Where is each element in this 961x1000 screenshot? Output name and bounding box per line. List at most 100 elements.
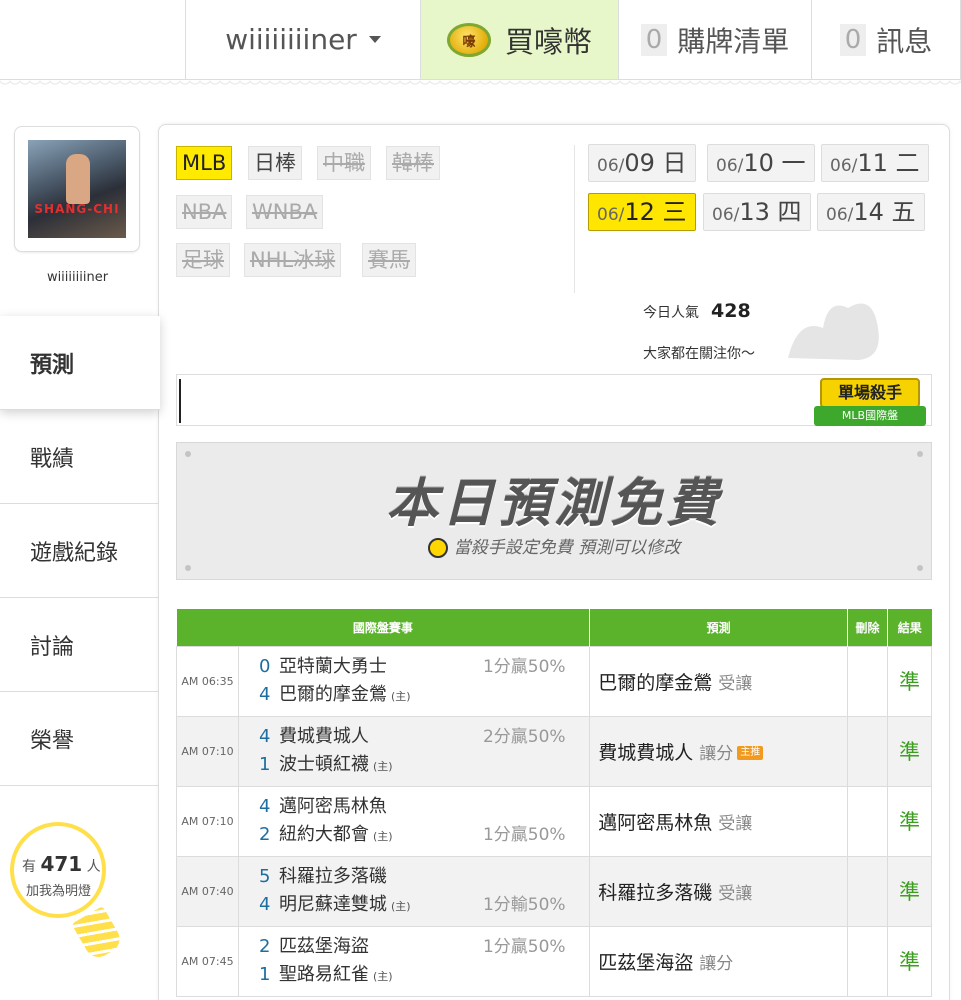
home-score: 2 [258, 824, 271, 845]
odds-value: 1分贏50% [482, 937, 566, 957]
away-team-row: 0 亞特蘭大勇士 1分贏50% [239, 653, 589, 681]
league-tag-mlb[interactable]: MLB [176, 146, 233, 180]
sidebar-item-predict[interactable]: 預測 [0, 316, 160, 410]
odds-value: 1分贏50% [482, 825, 566, 845]
date-button-0610[interactable]: 06/10 一 [707, 144, 815, 182]
prediction-type: 受讓 [718, 813, 753, 834]
top-bar: wiiiiiiiiner 嚎 買嚎幣 0 購牌清單 0 訊息 [0, 0, 961, 80]
cart-button[interactable]: 0 購牌清單 [618, 0, 811, 79]
date-day: 11 [857, 149, 888, 177]
game-matchup: 4 邁阿密馬林魚 2 紐約大都會 (主) 1分贏50% [237, 785, 591, 857]
sidebar-item-discussion[interactable]: 討論 [0, 598, 158, 692]
sidebar-item-game-log[interactable]: 遊戲紀錄 [0, 504, 158, 598]
predicted-team: 科羅拉多落磯 [598, 881, 713, 904]
date-weekday: 一 [781, 149, 806, 177]
date-month: 06/ [826, 205, 854, 225]
predicted-team: 邁阿密馬林魚 [598, 811, 713, 834]
result-cell: 準 [887, 715, 932, 787]
home-team-row: 4 明尼蘇達雙城 (主) 1分輸50% [239, 891, 589, 919]
home-team: 紐約大都會 [278, 824, 369, 845]
avatar-image: SHANG-CHI [28, 140, 126, 238]
date-day: 10 [743, 149, 774, 177]
home-team: 明尼蘇達雙城 [278, 894, 387, 915]
follow-bulb[interactable]: 有 471 人 加我為明燈 [10, 822, 125, 963]
rivet-icon [185, 565, 191, 571]
follower-count: 471 [40, 852, 83, 876]
lightbulb-base-icon [71, 905, 125, 963]
prediction-type: 讓分 [699, 953, 734, 974]
league-tag-horse[interactable]: 賽馬 [362, 243, 416, 277]
avatar-figure [66, 154, 90, 204]
home-marker: (主) [390, 690, 411, 703]
odds-value: 2分贏50% [482, 727, 566, 747]
messages-button[interactable]: 0 訊息 [811, 0, 961, 79]
date-button-0613[interactable]: 06/13 四 [703, 193, 811, 231]
home-marker: (主) [372, 830, 393, 843]
date-weekday: 三 [662, 198, 687, 226]
sidebar-item-record[interactable]: 戰績 [0, 410, 158, 504]
date-button-0609[interactable]: 06/09 日 [588, 144, 696, 182]
sidebar-item-honor[interactable]: 榮譽 [0, 692, 158, 786]
filter-divider [574, 145, 575, 293]
away-team: 匹茲堡海盜 [278, 936, 369, 957]
away-team-row: 4 費城費城人 2分贏50% [239, 723, 589, 751]
home-score: 4 [258, 894, 271, 915]
game-time: AM 07:45 [176, 925, 239, 997]
rivet-icon [185, 451, 191, 457]
sidebar-nav: 預測 戰績 遊戲紀錄 討論 榮譽 [0, 316, 160, 786]
buy-coin-label: 買嚎幣 [504, 24, 592, 59]
odds-value: 1分贏50% [482, 657, 566, 677]
popularity-value: 428 [711, 300, 751, 322]
prediction-cell: 費城費城人 讓分 主推 [589, 715, 849, 787]
away-score: 4 [258, 796, 271, 817]
league-tag-cpbl[interactable]: 中職 [317, 146, 371, 180]
follower-prefix: 有 [22, 859, 36, 875]
home-marker: (主) [372, 970, 393, 983]
away-team-row: 5 科羅拉多落磯 [239, 863, 589, 891]
prediction-type: 讓分 [699, 743, 734, 764]
game-matchup: 2 匹茲堡海盜 1分贏50% 1 聖路易紅雀 (主) [237, 925, 591, 997]
coin-icon: 嚎 [446, 22, 491, 57]
league-tag-wnba[interactable]: WNBA [246, 195, 324, 229]
header-game: 國際盤賽事 [176, 609, 591, 646]
date-month: 06/ [716, 156, 744, 176]
date-weekday: 五 [891, 198, 916, 226]
user-menu[interactable]: wiiiiiiiiner [185, 0, 420, 79]
lightbulb-icon [427, 538, 448, 558]
league-tag-soccer[interactable]: 足球 [176, 243, 230, 277]
home-team-row: 1 波士頓紅襪 (主) [239, 751, 589, 779]
away-score: 0 [258, 656, 271, 677]
league-tag-nba[interactable]: NBA [176, 195, 233, 229]
buy-coin-button[interactable]: 嚎 買嚎幣 [420, 0, 618, 79]
date-weekday: 二 [895, 149, 920, 177]
league-tag-kbo[interactable]: 韓棒 [386, 146, 440, 180]
home-score: 4 [258, 684, 271, 705]
home-team: 巴爾的摩金鶯 [278, 684, 387, 705]
home-team: 波士頓紅襪 [278, 754, 369, 775]
away-team: 邁阿密馬林魚 [278, 796, 387, 817]
league-tag-npb[interactable]: 日棒 [248, 146, 302, 180]
prediction-cell: 匹茲堡海盜 讓分 [589, 925, 849, 997]
date-day: 14 [853, 198, 884, 226]
free-banner-title: 本日預測免費 [385, 474, 722, 534]
table-header-row: 國際盤賽事 預測 刪除 結果 [176, 609, 932, 646]
delete-cell [847, 645, 889, 717]
prediction-type: 受讓 [718, 673, 753, 694]
date-day: 09 [624, 149, 655, 177]
game-time: AM 06:35 [176, 645, 239, 717]
wavy-divider [0, 80, 961, 90]
game-matchup: 0 亞特蘭大勇士 1分贏50% 4 巴爾的摩金鶯 (主) [237, 645, 591, 717]
delete-cell [847, 925, 889, 997]
home-score: 1 [258, 964, 271, 985]
date-button-0611[interactable]: 06/11 二 [821, 144, 929, 182]
coin-icon-text: 嚎 [462, 34, 476, 50]
away-team: 科羅拉多落磯 [278, 866, 387, 887]
league-tag-nhl[interactable]: NHL冰球 [244, 243, 342, 277]
date-button-0614[interactable]: 06/14 五 [817, 193, 925, 231]
avatar[interactable]: SHANG-CHI [14, 126, 140, 252]
result-cell: 準 [887, 785, 932, 857]
free-banner-subtitle-line: 當殺手設定免費 預測可以修改 [177, 533, 931, 558]
away-team-row: 4 邁阿密馬林魚 [239, 793, 589, 821]
date-button-0612[interactable]: 06/12 三 [588, 193, 696, 231]
main-pick-badge: 主推 [737, 746, 764, 760]
